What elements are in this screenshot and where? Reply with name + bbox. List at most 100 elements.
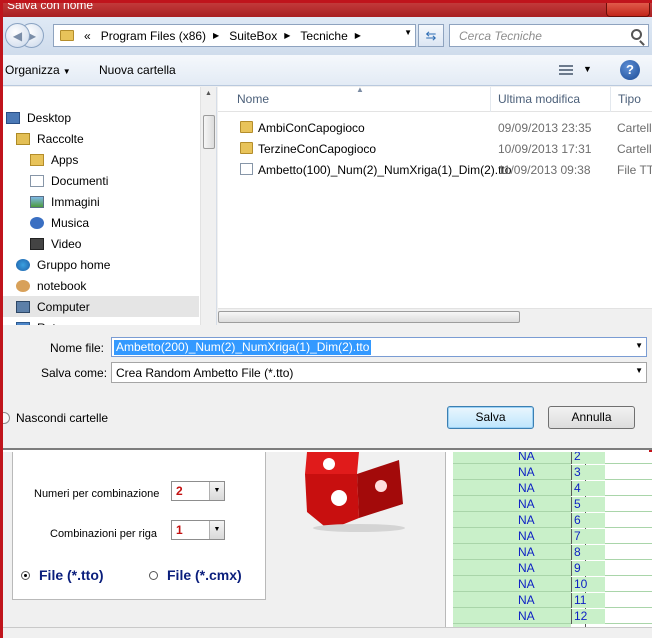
folder-icon	[240, 142, 253, 154]
grid-na-cell: NA	[518, 577, 535, 591]
column-header-modified[interactable]: Ultima modifica	[498, 92, 580, 106]
chevron-down-icon[interactable]: ▼	[635, 366, 643, 375]
chevron-right-icon[interactable]: ▶	[284, 31, 290, 40]
desktop-icon	[6, 111, 20, 124]
grid-na-cell: NA	[518, 497, 535, 511]
folder-icon	[60, 30, 74, 41]
grid-number-cell: 5	[571, 497, 605, 512]
close-button[interactable]	[606, 3, 650, 17]
nav-scroll-thumb[interactable]	[203, 115, 215, 149]
search-icon[interactable]	[631, 29, 642, 40]
column-separator[interactable]	[490, 87, 491, 112]
sidebar-item-gruppo-home[interactable]: Gruppo home	[3, 254, 199, 275]
sidebar-item-raccolte[interactable]: Raccolte	[3, 128, 199, 149]
sidebar-item-desktop[interactable]: Desktop	[3, 107, 199, 128]
help-icon[interactable]: ?	[620, 60, 640, 80]
numbers-per-combination-combo[interactable]: 2 ▼	[171, 481, 225, 501]
file-list-horizontal-scrollbar[interactable]	[218, 308, 652, 325]
sidebar-item-documenti[interactable]: Documenti	[3, 170, 199, 191]
radio-file-cmx[interactable]: File (*.cmx)	[149, 567, 242, 583]
column-header-type[interactable]: Tipo	[618, 92, 641, 106]
chevron-down-icon[interactable]: ▼	[583, 64, 592, 74]
address-bar[interactable]: « Program Files (x86) ▶ SuiteBox ▶ Tecni…	[53, 24, 416, 47]
combinations-per-row-combo[interactable]: 1 ▼	[171, 520, 225, 540]
arrow-left-icon: ◀	[12, 28, 23, 43]
sidebar-item-label: Musica	[51, 215, 90, 230]
grid-row[interactable]: NA 2	[453, 452, 652, 464]
organize-button[interactable]: Organizza ▼	[5, 63, 71, 77]
chevron-right-icon[interactable]: ▶	[213, 31, 219, 40]
dialog-titlebar[interactable]: Salva con nome	[3, 3, 652, 17]
grid-na-cell: NA	[518, 561, 535, 575]
radio-file-cmx-label: File (*.cmx)	[167, 567, 242, 583]
breadcrumb-suitebox[interactable]: SuiteBox	[229, 29, 277, 43]
chevron-down-icon[interactable]: ▼	[209, 482, 224, 500]
grid-row[interactable]: NA 9	[453, 560, 652, 576]
radio-file-tto-label: File (*.tto)	[39, 567, 104, 583]
refresh-icon: ⇆	[425, 28, 437, 43]
dice-icon	[305, 452, 405, 532]
chevron-down-icon[interactable]: ▼	[404, 28, 412, 37]
chevron-up-icon[interactable]: ▲	[205, 90, 212, 97]
grid-na-cell: NA	[518, 465, 535, 479]
file-type: Cartella di file	[617, 142, 652, 156]
save-button[interactable]: Salva	[447, 406, 534, 429]
sidebar-item-rete[interactable]: Rete	[3, 317, 199, 325]
hide-folders-label: Nascondi cartelle	[16, 411, 109, 425]
sidebar-item-video[interactable]: Video	[3, 233, 199, 254]
sort-arrow-icon: ▲	[356, 87, 364, 94]
file-name: TerzineConCapogioco	[258, 142, 377, 156]
breadcrumb-tecniche[interactable]: Tecniche	[300, 29, 347, 43]
options-group: Numeri per combinazione 2 ▼ Combinazioni…	[12, 452, 266, 600]
grid-row[interactable]: NA 7	[453, 528, 652, 544]
radio-checked-icon[interactable]	[21, 570, 30, 580]
grid-na-cell: NA	[518, 609, 535, 623]
grid-na-cell: NA	[518, 452, 535, 463]
grid-row[interactable]: NA 11	[453, 592, 652, 608]
collapse-icon[interactable]	[3, 412, 10, 424]
app-window-frame: Numeri per combinazione 2 ▼ Combinazioni…	[0, 0, 652, 638]
back-button[interactable]: ◀	[5, 23, 30, 48]
radio-unchecked-icon[interactable]	[149, 570, 158, 580]
refresh-button[interactable]: ⇆	[418, 24, 444, 47]
sidebar-item-immagini[interactable]: Immagini	[3, 191, 199, 212]
nav-scrollbar[interactable]: ▲	[200, 87, 216, 325]
grid-na-cell: NA	[518, 529, 535, 543]
savetype-select[interactable]: Crea Random Ambetto File (*.tto) ▼	[111, 362, 647, 383]
file-row[interactable]: AmbiConCapogioco 09/09/2013 23:35 Cartella…	[218, 117, 652, 138]
grid-row[interactable]: NA 5	[453, 496, 652, 512]
grid-row[interactable]: NA 3	[453, 464, 652, 480]
breadcrumb-overflow[interactable]: «	[84, 29, 91, 43]
filename-field[interactable]: Ambetto(200)_Num(2)_NumXriga(1)_Dim(2).t…	[111, 337, 647, 357]
grid-na-cell: NA	[518, 481, 535, 495]
grid-row[interactable]: NA 8	[453, 544, 652, 560]
search-input[interactable]: Cerca Tecniche	[449, 24, 649, 47]
file-row[interactable]: Ambetto(100)_Num(2)_NumXriga(1)_Dim(2).t…	[218, 159, 652, 180]
homegroup-icon	[16, 258, 30, 271]
grid-row[interactable]: NA 12	[453, 608, 652, 624]
file-row[interactable]: TerzineConCapogioco 10/09/2013 17:31 Carte…	[218, 138, 652, 159]
chevron-right-icon[interactable]: ▶	[355, 31, 361, 40]
column-header-name[interactable]: Nome	[237, 92, 269, 106]
grid-row[interactable]: NA 4	[453, 480, 652, 496]
hide-folders-toggle[interactable]: Nascondi cartelle	[3, 411, 108, 425]
documents-icon	[30, 174, 44, 187]
radio-file-tto[interactable]: File (*.tto)	[21, 567, 104, 583]
column-separator[interactable]	[610, 87, 611, 112]
new-folder-button[interactable]: Nuova cartella	[99, 63, 176, 77]
sidebar-item-apps[interactable]: Apps	[3, 149, 199, 170]
grid-number-cell: 6	[571, 513, 605, 528]
sidebar-item-musica[interactable]: Musica	[3, 212, 199, 233]
breadcrumb-program-files[interactable]: Program Files (x86)	[101, 29, 206, 43]
cancel-button[interactable]: Annulla	[548, 406, 635, 429]
grid-na-cell: NA	[518, 513, 535, 527]
view-options-icon[interactable]	[559, 65, 573, 76]
chevron-down-icon[interactable]: ▼	[209, 521, 224, 539]
horizontal-scroll-thumb[interactable]	[218, 311, 520, 323]
sidebar-item-computer[interactable]: Computer	[3, 296, 199, 317]
grid-row[interactable]: NA 10	[453, 576, 652, 592]
sidebar-item-notebook[interactable]: notebook	[3, 275, 199, 296]
grid-row[interactable]: NA 6	[453, 512, 652, 528]
chevron-down-icon[interactable]: ▼	[635, 341, 643, 350]
grid-number-cell: 4	[571, 481, 605, 496]
